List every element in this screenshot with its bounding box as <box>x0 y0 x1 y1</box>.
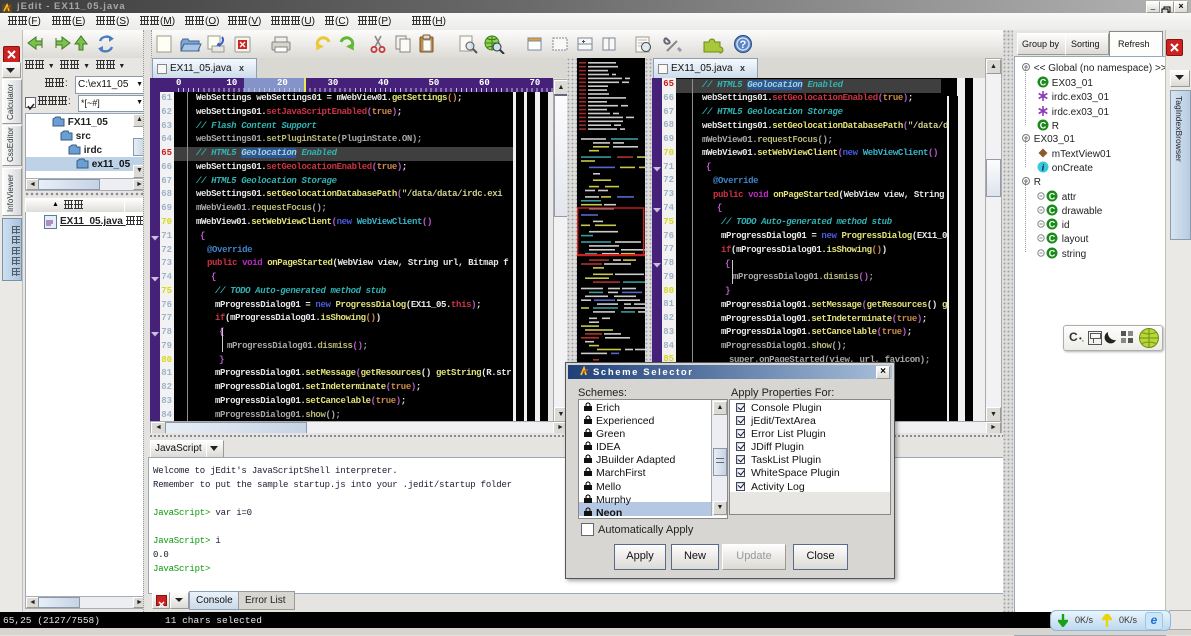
svg-text:C: C <box>1049 206 1056 216</box>
svg-text:C: C <box>1049 192 1056 202</box>
svg-text:C: C <box>1040 121 1047 131</box>
svg-text:C: C <box>1049 220 1056 230</box>
svg-text:C: C <box>1049 234 1056 244</box>
svg-text:C: C <box>1040 78 1047 88</box>
svg-text:?: ? <box>740 39 747 51</box>
svg-text:C: C <box>1049 249 1056 259</box>
